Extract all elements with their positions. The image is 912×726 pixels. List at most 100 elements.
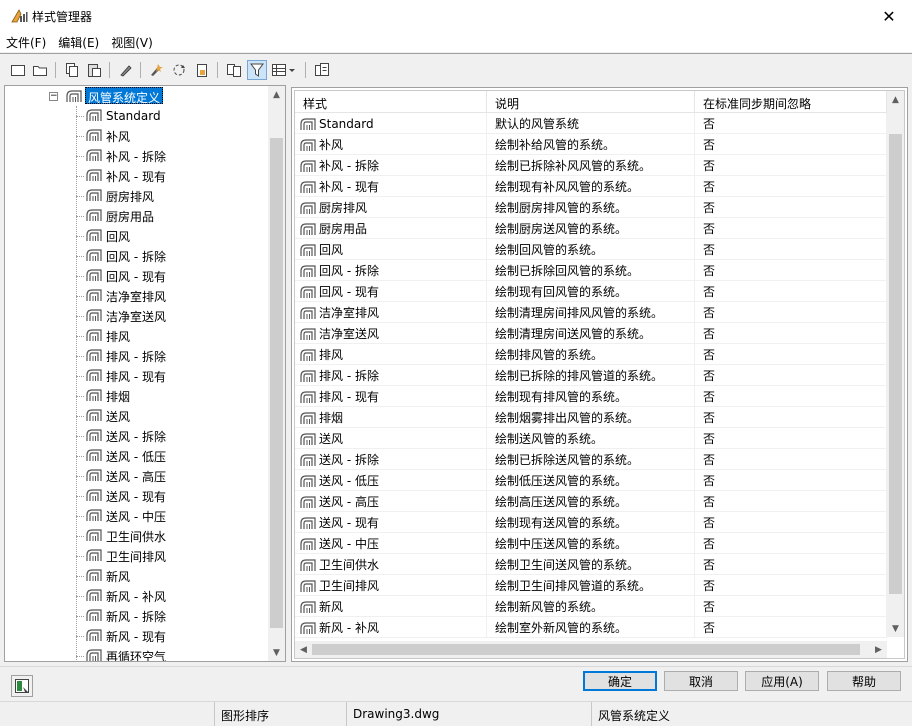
table-row[interactable]: Standard 默认的风管系统 否 — [295, 113, 887, 134]
refresh-icon[interactable] — [169, 60, 189, 80]
tree-item[interactable]: 厨房排风 — [76, 186, 154, 206]
cancel-button[interactable]: 取消 — [664, 671, 738, 691]
tree-item[interactable]: 排风 - 拆除 — [76, 346, 166, 366]
style-tree-panel[interactable]: − 风管系统定义 Standard 补风 补风 - 拆除 补风 - 现有 厨房排风 厨房用… — [4, 85, 286, 662]
tree-vertical-scrollbar[interactable]: ▲ ▼ — [268, 86, 285, 661]
help-button[interactable]: 帮助 — [827, 671, 901, 691]
tree-item[interactable]: 卫生间供水 — [76, 526, 166, 546]
cell-style: 新风 — [295, 596, 487, 617]
ok-button[interactable]: 确定 — [583, 671, 657, 691]
menu-edit[interactable]: 编辑(E) — [52, 32, 105, 52]
list-hscroll-thumb[interactable] — [312, 644, 860, 655]
table-row[interactable]: 回风 - 拆除 绘制已拆除回风管的系统。 否 — [295, 260, 887, 281]
tree-item[interactable]: 送风 — [76, 406, 130, 426]
scroll-left-arrow-icon[interactable]: ◀ — [295, 641, 312, 658]
style-list-panel[interactable]: 样式 说明 在标准同步期间忽略 Standard 默认的风管系统否补风 绘制补给风管… — [291, 87, 908, 662]
tree-item[interactable]: 洁净室排风 — [76, 286, 166, 306]
table-row[interactable]: 排烟 绘制烟雾排出风管的系统。 否 — [295, 407, 887, 428]
table-row[interactable]: 排风 绘制排风管的系统。 否 — [295, 344, 887, 365]
tree-item[interactable]: 新风 — [76, 566, 130, 586]
new-icon[interactable] — [8, 60, 28, 80]
tree-item[interactable]: 补风 - 拆除 — [76, 146, 166, 166]
table-row[interactable]: 送风 - 高压 绘制高压送风管的系统。 否 — [295, 491, 887, 512]
tree-item[interactable]: 补风 - 现有 — [76, 166, 166, 186]
tree-scroll-thumb[interactable] — [270, 138, 283, 628]
tree-item[interactable]: 补风 — [76, 126, 130, 146]
tree-item[interactable]: 新风 - 现有 — [76, 626, 166, 646]
table-row[interactable]: 卫生间排风 绘制卫生间排风管道的系统。 否 — [295, 575, 887, 596]
purge-icon[interactable] — [146, 60, 166, 80]
table-row[interactable]: 送风 - 中压 绘制中压送风管的系统。 否 — [295, 533, 887, 554]
copy-icon[interactable] — [62, 60, 82, 80]
table-row[interactable]: 新风 - 补风 绘制室外新风管的系统。 否 — [295, 617, 887, 638]
menu-view[interactable]: 视图(V) — [105, 32, 159, 52]
cell-text: 绘制排风管的系统。 — [495, 348, 604, 362]
close-button[interactable]: ✕ — [866, 0, 912, 32]
tree-item[interactable]: 送风 - 高压 — [76, 466, 166, 486]
tree-root-duct-system-definition[interactable]: 风管系统定义 — [85, 87, 164, 105]
paste-icon[interactable] — [84, 60, 104, 80]
column-header-description[interactable]: 说明 — [487, 91, 695, 113]
list-horizontal-scrollbar[interactable]: ◀ ▶ — [295, 641, 887, 658]
tree-item[interactable]: 送风 - 中压 — [76, 506, 166, 526]
table-row[interactable]: 补风 - 现有 绘制现有补风风管的系统。 否 — [295, 176, 887, 197]
scroll-up-arrow-icon[interactable]: ▲ — [268, 86, 285, 103]
edit-icon[interactable] — [116, 60, 136, 80]
tree-item[interactable]: 厨房用品 — [76, 206, 154, 226]
cell-text: 绘制厨房送风管的系统。 — [495, 222, 628, 236]
tree-item[interactable]: 送风 - 拆除 — [76, 426, 166, 446]
cell-style: 送风 - 中压 — [295, 533, 487, 554]
tree-item[interactable]: 回风 - 现有 — [76, 266, 166, 286]
compare-icon[interactable] — [224, 60, 244, 80]
scroll-right-arrow-icon[interactable]: ▶ — [870, 641, 887, 658]
duct-system-style-icon — [85, 307, 103, 326]
filter-icon[interactable] — [247, 60, 267, 80]
open-icon[interactable] — [30, 60, 50, 80]
menu-file[interactable]: 文件(F) — [0, 32, 52, 52]
table-row[interactable]: 排风 - 拆除 绘制已拆除的排风管道的系统。 否 — [295, 365, 887, 386]
tree-item[interactable]: Standard — [76, 106, 161, 126]
list-scroll-thumb[interactable] — [889, 134, 902, 594]
drawing-browser-icon[interactable] — [11, 675, 33, 697]
apply-button[interactable]: 应用(A) — [745, 671, 819, 691]
tree-item[interactable]: 排风 — [76, 326, 130, 346]
drawing-icon[interactable] — [192, 60, 212, 80]
table-row[interactable]: 补风 绘制补给风管的系统。 否 — [295, 134, 887, 155]
table-row[interactable]: 回风 - 现有 绘制现有回风管的系统。 否 — [295, 281, 887, 302]
table-row[interactable]: 送风 - 拆除 绘制已拆除送风管的系统。 否 — [295, 449, 887, 470]
column-header-style[interactable]: 样式 — [295, 91, 487, 113]
scroll-down-arrow-icon[interactable]: ▼ — [887, 620, 904, 637]
tree-collapse-icon[interactable]: − — [49, 92, 58, 101]
view-toggle-icon[interactable] — [270, 60, 298, 80]
table-row[interactable]: 补风 - 拆除 绘制已拆除补风风管的系统。 否 — [295, 155, 887, 176]
table-row[interactable]: 排风 - 现有 绘制现有排风管的系统。 否 — [295, 386, 887, 407]
cell-ignore: 否 — [695, 470, 887, 491]
tree-item[interactable]: 送风 - 低压 — [76, 446, 166, 466]
duct-system-style-icon — [299, 410, 317, 426]
column-header-ignore-during-sync[interactable]: 在标准同步期间忽略 — [695, 91, 887, 113]
tree-item[interactable]: 卫生间排风 — [76, 546, 166, 566]
tree-item[interactable]: 排风 - 现有 — [76, 366, 166, 386]
table-row[interactable]: 厨房排风 绘制厨房排风管的系统。 否 — [295, 197, 887, 218]
tree-item[interactable]: 新风 - 补风 — [76, 586, 166, 606]
tree-item[interactable]: 送风 - 现有 — [76, 486, 166, 506]
table-row[interactable]: 新风 绘制新风管的系统。 否 — [295, 596, 887, 617]
scroll-down-arrow-icon[interactable]: ▼ — [268, 644, 285, 661]
tree-item[interactable]: 洁净室送风 — [76, 306, 166, 326]
table-row[interactable]: 送风 - 现有 绘制现有送风管的系统。 否 — [295, 512, 887, 533]
scroll-up-arrow-icon[interactable]: ▲ — [887, 91, 904, 108]
table-row[interactable]: 卫生间供水 绘制卫生间送风管的系统。 否 — [295, 554, 887, 575]
list-vertical-scrollbar[interactable]: ▲ ▼ — [887, 91, 904, 637]
tree-item[interactable]: 回风 — [76, 226, 130, 246]
tree-item[interactable]: 回风 - 拆除 — [76, 246, 166, 266]
table-row[interactable]: 送风 - 低压 绘制低压送风管的系统。 否 — [295, 470, 887, 491]
table-row[interactable]: 厨房用品 绘制厨房送风管的系统。 否 — [295, 218, 887, 239]
table-row[interactable]: 送风 绘制送风管的系统。 否 — [295, 428, 887, 449]
table-row[interactable]: 洁净室排风 绘制清理房间排风风管的系统。 否 — [295, 302, 887, 323]
tree-item[interactable]: 再循环空气 — [76, 646, 166, 661]
tree-item[interactable]: 排烟 — [76, 386, 130, 406]
table-row[interactable]: 洁净室送风 绘制清理房间送风管的系统。 否 — [295, 323, 887, 344]
table-row[interactable]: 回风 绘制回风管的系统。 否 — [295, 239, 887, 260]
properties-icon[interactable] — [312, 60, 332, 80]
tree-item[interactable]: 新风 - 拆除 — [76, 606, 166, 626]
